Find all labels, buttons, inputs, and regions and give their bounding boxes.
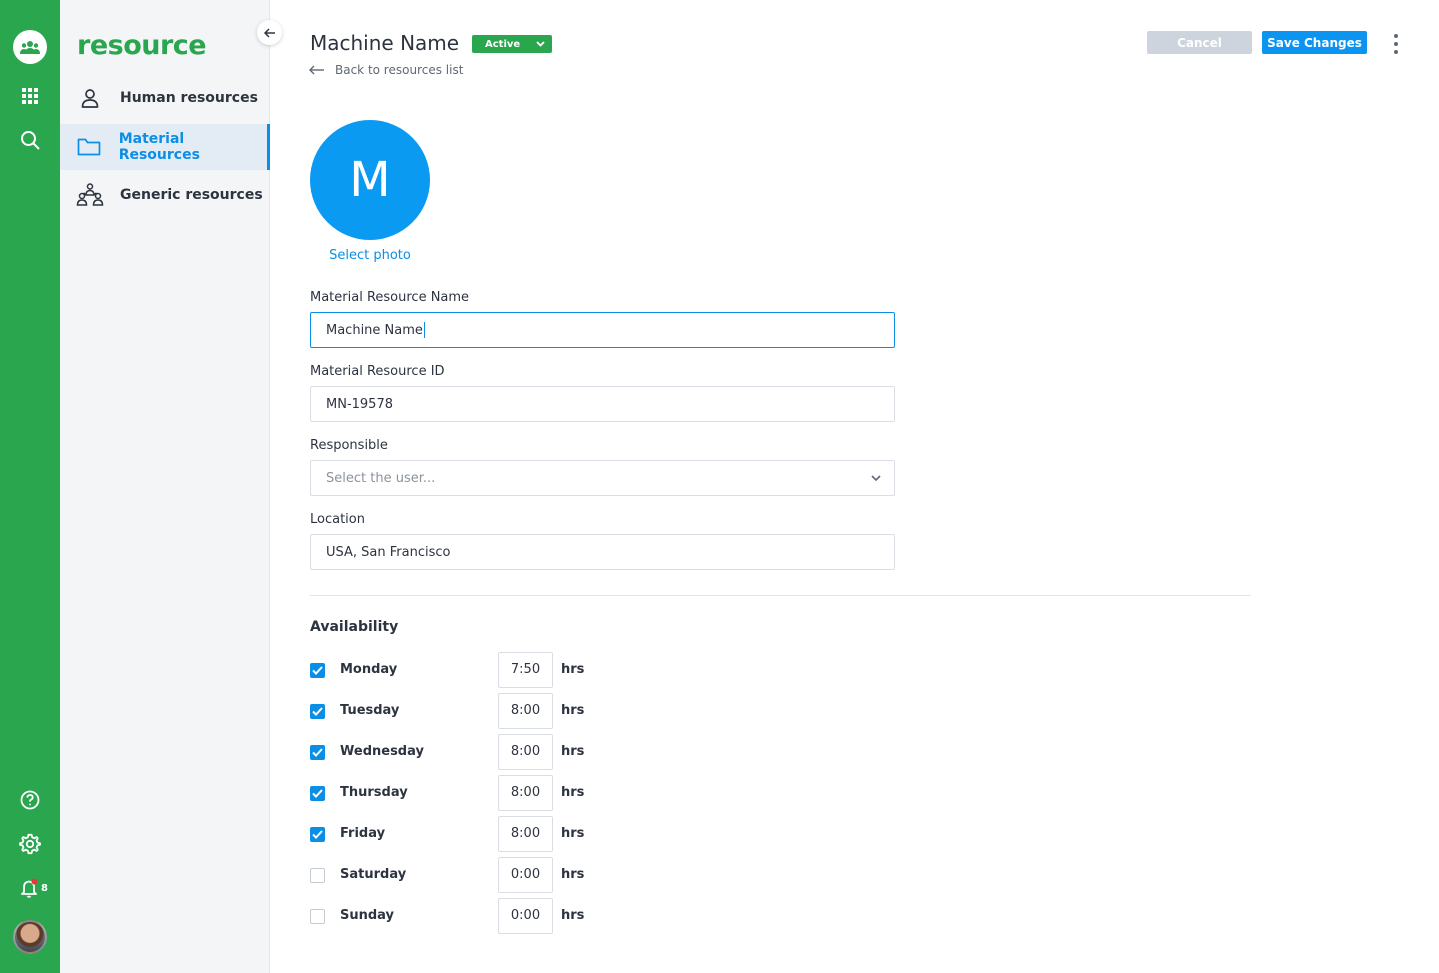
day-label: Sunday: [340, 908, 395, 923]
notifications-bell-icon[interactable]: [0, 870, 60, 906]
sidebar-item-label: Generic resources: [120, 187, 263, 203]
brand-logo: resource: [77, 30, 207, 61]
day-checkbox[interactable]: [310, 704, 325, 719]
sidebar-item-label: Human resources: [120, 90, 258, 106]
hours-input[interactable]: 7:50: [498, 652, 553, 688]
hours-unit-label: hrs: [561, 703, 585, 718]
settings-gear-icon[interactable]: [0, 826, 60, 862]
name-field-label: Material Resource Name: [310, 290, 470, 305]
resource-id-value: MN-19578: [326, 396, 393, 412]
hours-input[interactable]: 0:00: [498, 857, 553, 893]
checkmark-icon: [312, 666, 323, 675]
id-field-label: Material Resource ID: [310, 364, 445, 379]
collapse-sidebar-button[interactable]: [257, 20, 282, 45]
team-logo-icon[interactable]: [13, 30, 47, 64]
sidebar-item-material-resources[interactable]: Material Resources: [60, 124, 270, 170]
sidebar-item-generic-resources[interactable]: Generic resources: [60, 172, 270, 218]
availability-title: Availability: [310, 619, 399, 635]
responsible-select[interactable]: Select the user...: [310, 460, 895, 496]
hours-unit-label: hrs: [561, 785, 585, 800]
sidebar-item-label: Material Resources: [118, 131, 200, 163]
text-cursor: [423, 322, 425, 338]
person-icon: [60, 88, 120, 108]
search-icon[interactable]: [0, 122, 60, 158]
day-checkbox[interactable]: [310, 827, 325, 842]
hours-input[interactable]: 8:00: [498, 775, 553, 811]
day-label: Monday: [340, 662, 398, 677]
back-to-list-link[interactable]: Back to resources list: [309, 63, 463, 77]
chevron-down-icon: [871, 475, 881, 482]
sidebar: resource Human resources Material Resour…: [60, 0, 270, 973]
select-photo-link[interactable]: Select photo: [310, 248, 430, 263]
more-options-icon[interactable]: [1386, 32, 1406, 56]
save-changes-button[interactable]: Save Changes: [1262, 31, 1367, 54]
location-field-label: Location: [310, 512, 365, 527]
chevron-down-icon: [536, 41, 545, 47]
cancel-button[interactable]: Cancel: [1147, 31, 1252, 54]
user-avatar[interactable]: [13, 920, 47, 954]
resource-photo-placeholder: M: [310, 120, 430, 240]
availability-row: Tuesday 8:00 hrs: [310, 693, 610, 729]
app-rail: 8: [0, 0, 60, 973]
checkmark-icon: [312, 707, 323, 716]
day-label: Thursday: [340, 785, 408, 800]
help-icon[interactable]: [0, 782, 60, 818]
notification-count-badge: 8: [41, 883, 48, 894]
status-dropdown[interactable]: Active: [472, 35, 552, 53]
day-label: Saturday: [340, 867, 407, 882]
hours-input[interactable]: 8:00: [498, 734, 553, 770]
day-label: Friday: [340, 826, 386, 841]
day-checkbox[interactable]: [310, 909, 325, 924]
location-input[interactable]: USA, San Francisco: [310, 534, 895, 570]
hours-unit-label: hrs: [561, 744, 585, 759]
hours-input[interactable]: 8:00: [498, 693, 553, 729]
availability-row: Sunday 0:00 hrs: [310, 898, 610, 934]
folder-icon: [60, 137, 119, 157]
day-label: Wednesday: [340, 744, 424, 759]
location-value: USA, San Francisco: [326, 544, 451, 560]
checkmark-icon: [312, 748, 323, 757]
responsible-placeholder: Select the user...: [326, 470, 436, 486]
resource-id-input[interactable]: MN-19578: [310, 386, 895, 422]
section-divider: [310, 595, 1251, 596]
day-checkbox[interactable]: [310, 663, 325, 678]
hours-input[interactable]: 0:00: [498, 898, 553, 934]
page-title: Machine Name: [310, 31, 460, 55]
apps-grid-icon[interactable]: [0, 78, 60, 114]
group-icon: [60, 183, 120, 207]
day-checkbox[interactable]: [310, 786, 325, 801]
checkmark-icon: [312, 789, 323, 798]
availability-row: Wednesday 8:00 hrs: [310, 734, 610, 770]
availability-row: Saturday 0:00 hrs: [310, 857, 610, 893]
responsible-field-label: Responsible: [310, 438, 388, 453]
checkmark-icon: [312, 830, 323, 839]
day-checkbox[interactable]: [310, 868, 325, 883]
hours-input[interactable]: 8:00: [498, 816, 553, 852]
hours-unit-label: hrs: [561, 826, 585, 841]
resource-name-value: Machine Name: [326, 322, 423, 338]
hours-unit-label: hrs: [561, 867, 585, 882]
resource-name-input[interactable]: Machine Name: [310, 312, 895, 348]
availability-row: Friday 8:00 hrs: [310, 816, 610, 852]
back-link-label: Back to resources list: [335, 63, 464, 77]
day-checkbox[interactable]: [310, 745, 325, 760]
hours-unit-label: hrs: [561, 908, 585, 923]
availability-row: Monday 7:50 hrs: [310, 652, 610, 688]
sidebar-item-human-resources[interactable]: Human resources: [60, 75, 270, 121]
availability-row: Thursday 8:00 hrs: [310, 775, 610, 811]
day-label: Tuesday: [340, 703, 400, 718]
status-label: Active: [485, 38, 521, 50]
hours-unit-label: hrs: [561, 662, 585, 677]
arrow-left-icon: [309, 65, 324, 75]
arrow-left-icon: [263, 27, 275, 38]
